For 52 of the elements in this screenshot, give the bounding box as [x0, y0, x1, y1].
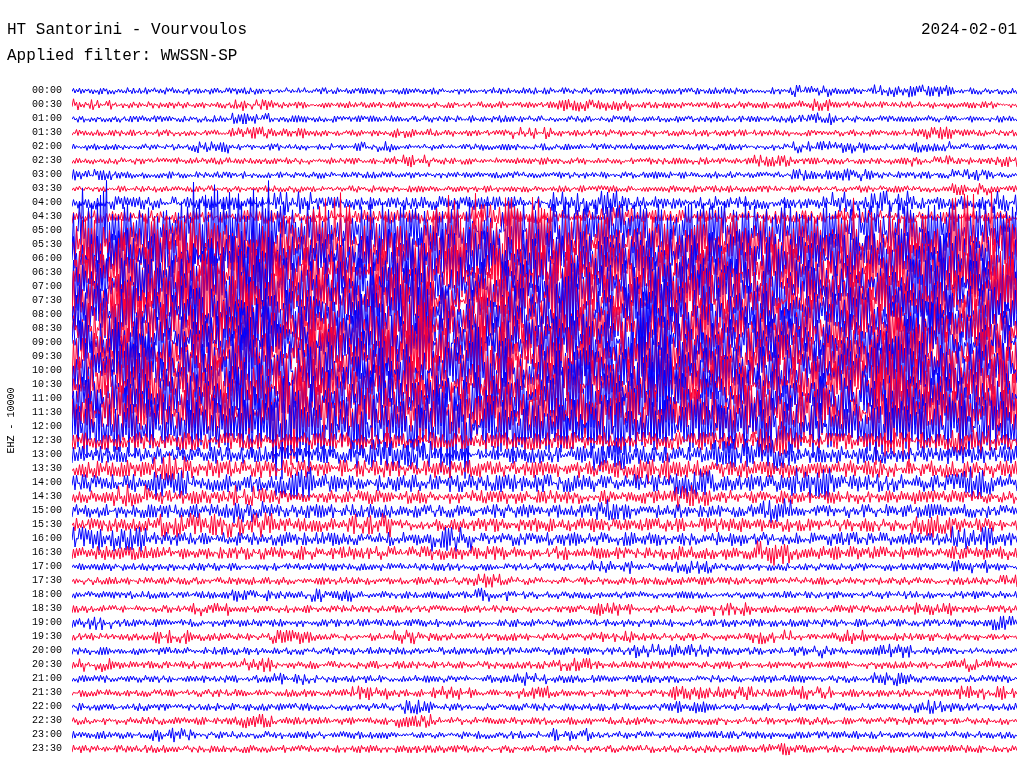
time-label: 04:00 — [32, 198, 62, 208]
time-label: 01:00 — [32, 114, 62, 124]
time-label: 18:00 — [32, 590, 62, 600]
time-label: 17:00 — [32, 562, 62, 572]
time-label: 09:00 — [32, 338, 62, 348]
time-label: 23:00 — [32, 730, 62, 740]
time-label: 07:00 — [32, 282, 62, 292]
time-label: 07:30 — [32, 296, 62, 306]
time-label: 08:00 — [32, 310, 62, 320]
time-label: 13:00 — [32, 450, 62, 460]
time-label: 00:30 — [32, 100, 62, 110]
time-label: 10:30 — [32, 380, 62, 390]
date-label: 2024-02-01 — [921, 20, 1017, 41]
time-label: 06:00 — [32, 254, 62, 264]
time-label: 01:30 — [32, 128, 62, 138]
time-label: 04:30 — [32, 212, 62, 222]
time-label: 14:00 — [32, 478, 62, 488]
time-label: 22:30 — [32, 716, 62, 726]
time-label: 11:00 — [32, 394, 62, 404]
time-label: 03:00 — [32, 170, 62, 180]
time-label: 11:30 — [32, 408, 62, 418]
time-label: 03:30 — [32, 184, 62, 194]
time-label: 16:30 — [32, 548, 62, 558]
time-label: 15:00 — [32, 506, 62, 516]
time-label: 19:00 — [32, 618, 62, 628]
time-label: 15:30 — [32, 520, 62, 530]
channel-label: EHZ - 10000 — [4, 387, 18, 453]
time-label: 02:30 — [32, 156, 62, 166]
time-label: 12:00 — [32, 422, 62, 432]
time-label: 20:00 — [32, 646, 62, 656]
time-label: 06:30 — [32, 268, 62, 278]
time-label: 18:30 — [32, 604, 62, 614]
time-label: 22:00 — [32, 702, 62, 712]
time-label: 10:00 — [32, 366, 62, 376]
time-label: 13:30 — [32, 464, 62, 474]
time-label: 21:30 — [32, 688, 62, 698]
time-label: 05:30 — [32, 240, 62, 250]
time-label: 21:00 — [32, 674, 62, 684]
time-label: 08:30 — [32, 324, 62, 334]
time-label: 12:30 — [32, 436, 62, 446]
time-label: 05:00 — [32, 226, 62, 236]
time-label: 23:30 — [32, 744, 62, 754]
time-label: 17:30 — [32, 576, 62, 586]
filter-label: Applied filter: WWSSN-SP — [7, 47, 238, 65]
time-label: 20:30 — [32, 660, 62, 670]
time-label: 16:00 — [32, 534, 62, 544]
time-label: 19:30 — [32, 632, 62, 642]
time-label: 14:30 — [32, 492, 62, 502]
station-title: HT Santorini - Vourvoulos — [7, 20, 248, 41]
time-label: 00:00 — [32, 86, 62, 96]
time-label: 02:00 — [32, 142, 62, 152]
time-label: 09:30 — [32, 352, 62, 362]
